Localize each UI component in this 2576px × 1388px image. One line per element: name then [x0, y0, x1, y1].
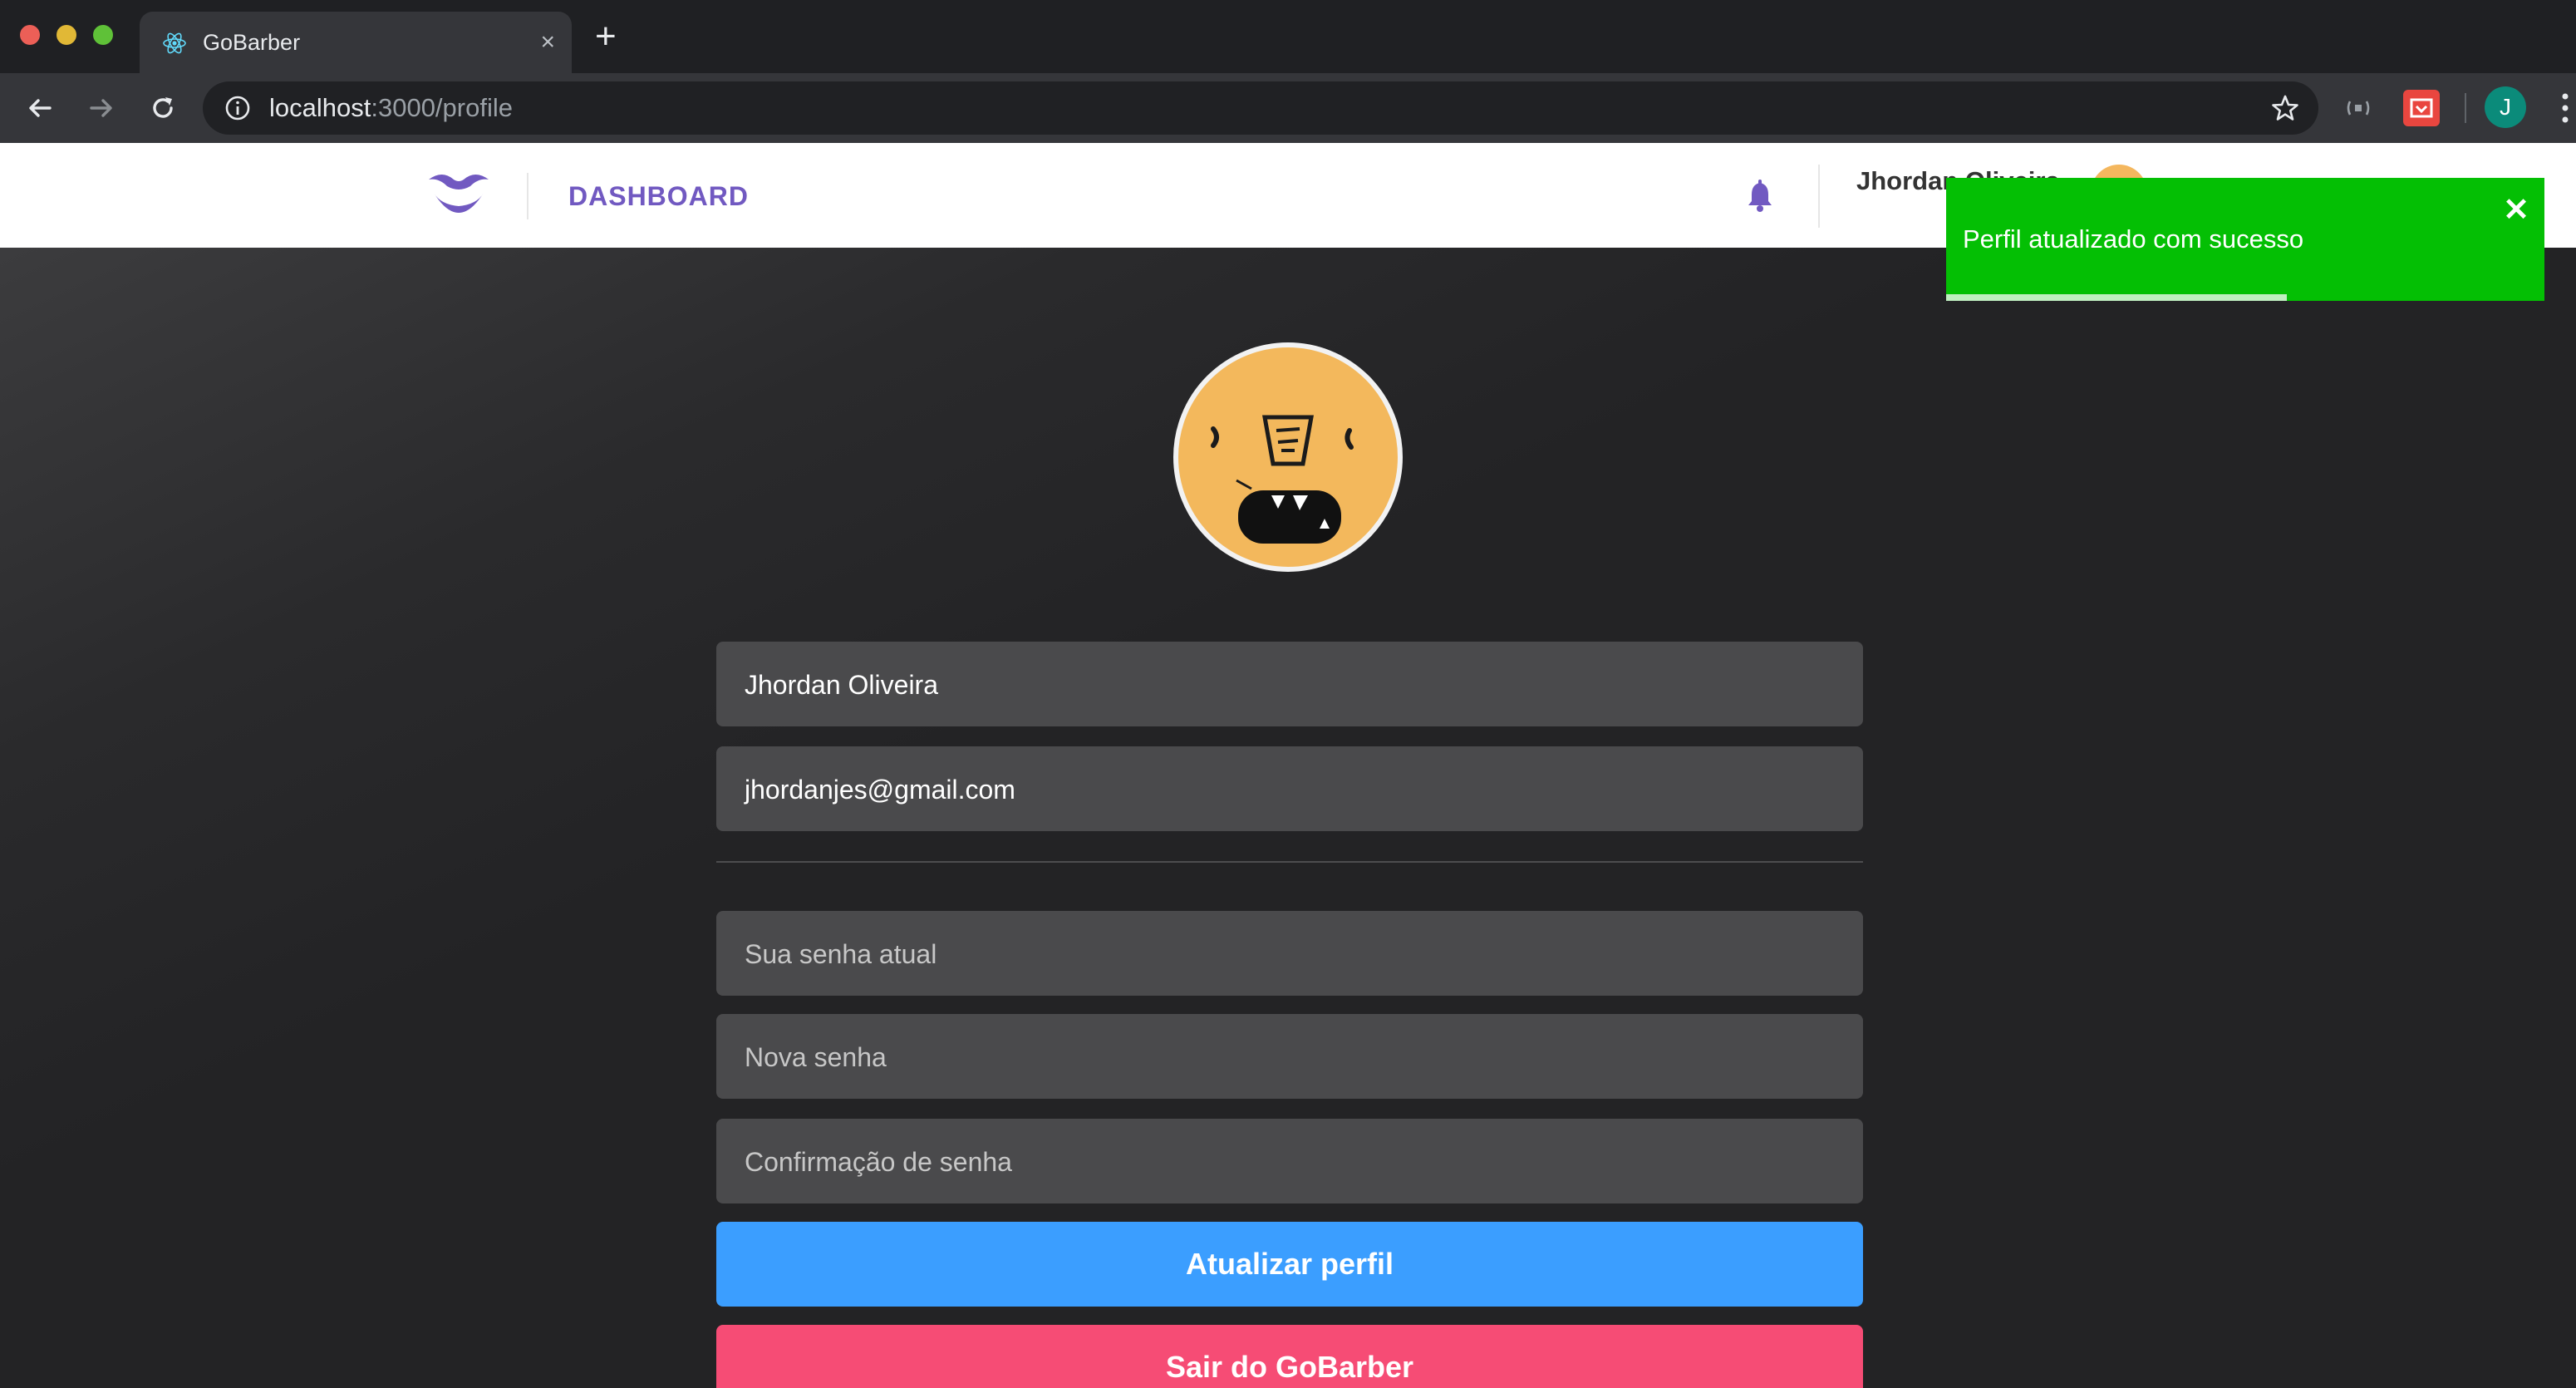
address-bar[interactable]: localhost:3000/profile [203, 81, 2318, 135]
name-input-value: Jhordan Oliveira [745, 670, 938, 700]
browser-profile-avatar[interactable]: J [2485, 86, 2526, 128]
window-minimize-button[interactable] [57, 25, 76, 45]
notification-bell-icon[interactable] [1742, 178, 1778, 214]
browser-tab-active[interactable]: GoBarber × [140, 12, 572, 73]
reload-icon[interactable] [146, 91, 179, 125]
toast-progress-bar [1946, 294, 2288, 301]
face-drawing-icon [1211, 415, 1354, 544]
old-password-placeholder: Sua senha atual [745, 939, 937, 969]
window-close-button[interactable] [20, 25, 40, 45]
browser-menu-icon[interactable] [2559, 90, 2571, 126]
email-input-value: jhordanjes@gmail.com [745, 775, 1015, 805]
forward-arrow-icon[interactable] [85, 91, 118, 125]
browser-tab-bar: GoBarber × + [0, 0, 2576, 73]
new-password-input[interactable]: Nova senha [716, 1014, 1863, 1099]
form-divider [716, 861, 1863, 863]
profile-page: Jhordan Oliveira jhordanjes@gmail.com Su… [0, 248, 2576, 1388]
react-icon [163, 32, 186, 54]
new-password-placeholder: Nova senha [745, 1042, 887, 1072]
extension-red-icon[interactable] [2403, 90, 2440, 126]
bookmark-star-icon[interactable] [2270, 93, 2300, 123]
new-tab-icon[interactable]: + [595, 18, 617, 55]
email-input[interactable]: jhordanjes@gmail.com [716, 746, 1863, 831]
nav-dashboard-link[interactable]: DASHBOARD [568, 181, 749, 212]
update-profile-button[interactable]: Atualizar perfil [716, 1222, 1863, 1307]
gobarber-logo-icon[interactable] [425, 168, 492, 223]
back-arrow-icon[interactable] [23, 91, 57, 125]
browser-toolbar: localhost:3000/profile J [0, 73, 2576, 143]
header-divider [527, 173, 528, 219]
confirm-password-placeholder: Confirmação de senha [745, 1147, 1012, 1177]
window-maximize-button[interactable] [93, 25, 113, 45]
profile-avatar[interactable] [1173, 342, 1403, 572]
signout-button[interactable]: Sair do GoBarber [716, 1325, 1863, 1388]
confirm-password-input[interactable]: Confirmação de senha [716, 1119, 1863, 1203]
success-toast: Perfil atualizado com sucesso ✕ [1946, 178, 2544, 301]
url-text: localhost:3000/profile [269, 93, 513, 122]
toast-close-icon[interactable]: ✕ [2503, 194, 2529, 226]
info-icon[interactable] [224, 95, 251, 121]
toast-message: Perfil atualizado com sucesso [1963, 224, 2304, 253]
tab-close-icon[interactable]: × [540, 30, 555, 55]
header-divider-2 [1818, 165, 1820, 228]
extension-icon[interactable] [2343, 93, 2373, 123]
old-password-input[interactable]: Sua senha atual [716, 911, 1863, 996]
name-input[interactable]: Jhordan Oliveira [716, 642, 1863, 726]
toolbar-divider [2465, 93, 2466, 123]
tab-title: GoBarber [203, 30, 301, 55]
